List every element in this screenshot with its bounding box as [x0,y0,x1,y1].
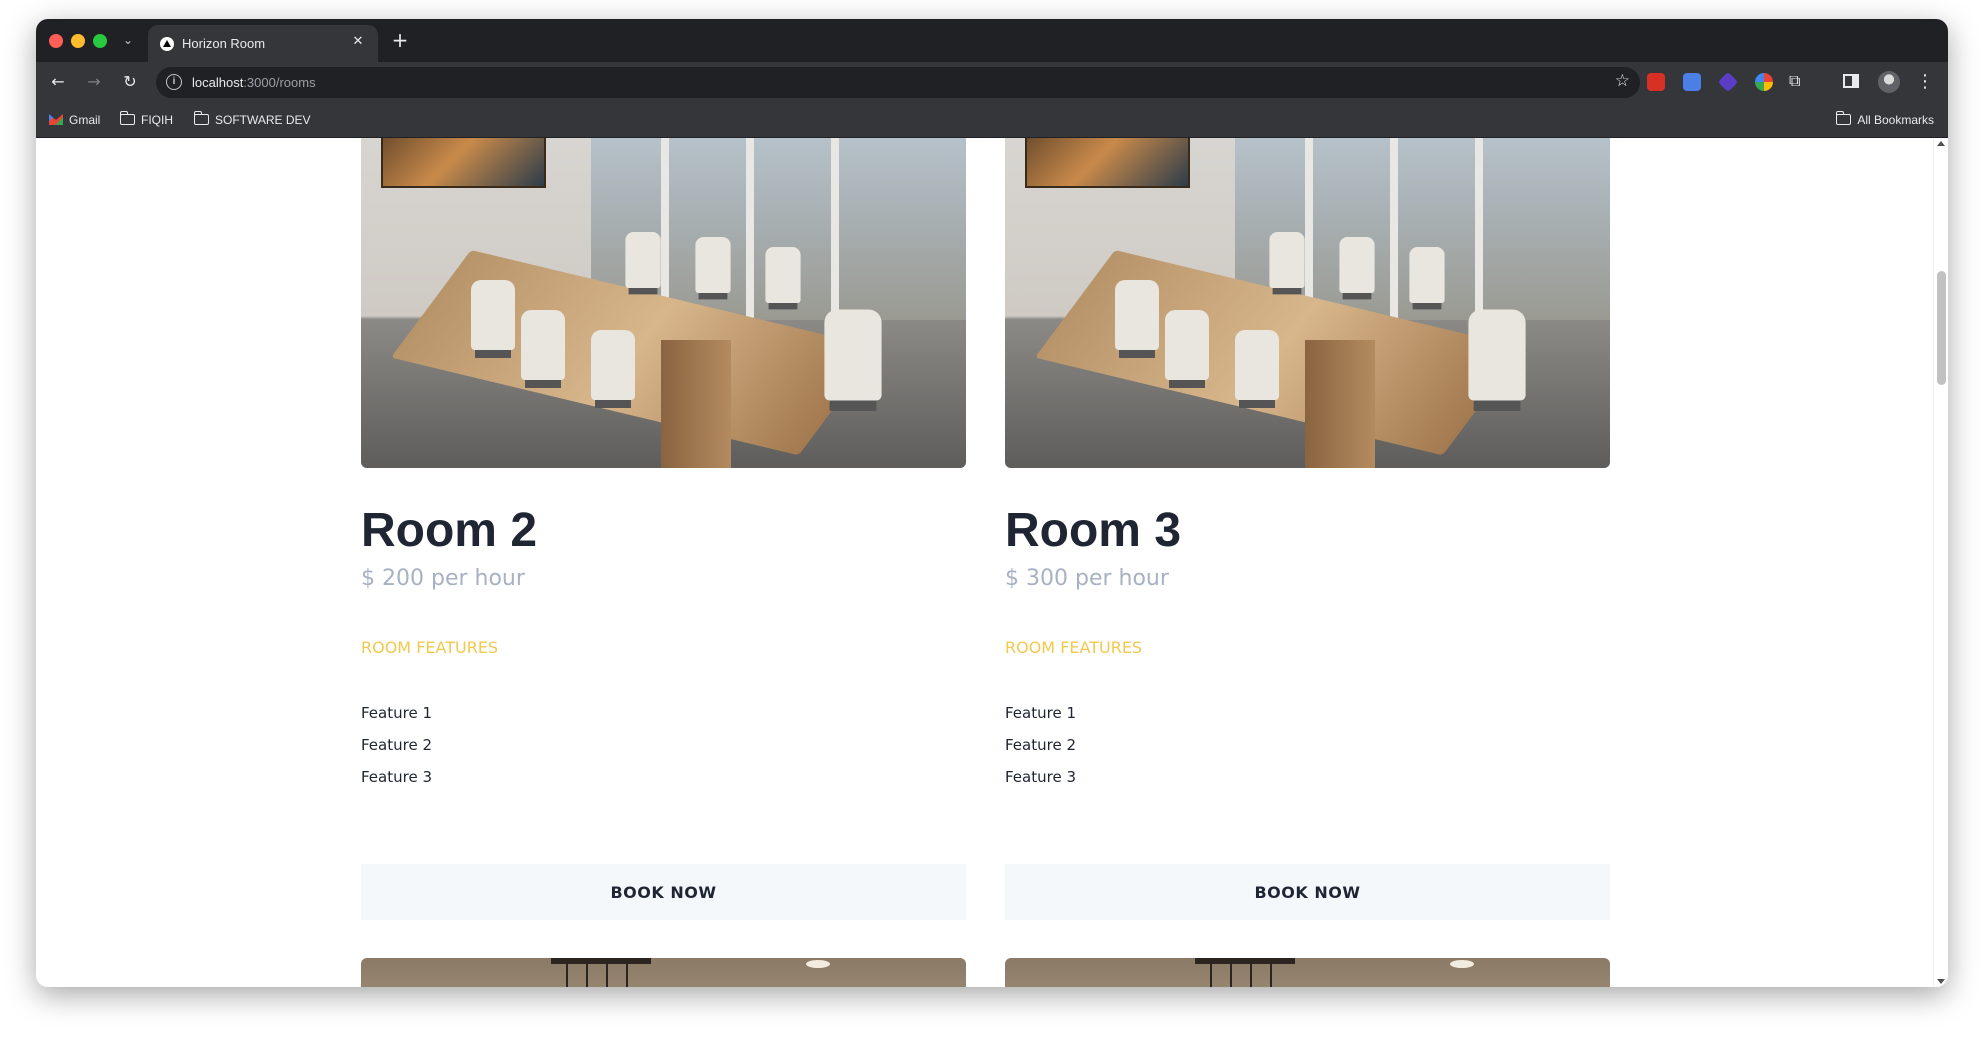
scroll-down-arrow-icon[interactable] [1937,979,1945,984]
features-heading: ROOM FEATURES [1005,638,1143,657]
tab-title: Horizon Room [182,36,266,51]
url-host: localhost [192,75,244,90]
tab-search-chevron-icon[interactable]: ⌄ [118,30,138,50]
close-window-button[interactable] [49,34,63,48]
extension-translate-icon[interactable] [1683,73,1701,91]
folder-icon [1835,111,1852,125]
triangle-favicon-icon [160,37,174,51]
book-now-button[interactable]: BOOK NOW [361,864,966,920]
feature-item: Feature 3 [361,768,432,786]
minimize-window-button[interactable] [71,34,85,48]
back-arrow-icon[interactable]: ← [46,70,70,94]
forward-arrow-icon[interactable]: → [82,70,106,94]
maximize-window-button[interactable] [93,34,107,48]
scrollbar-thumb[interactable] [1937,271,1946,385]
feature-item: Feature 1 [361,704,432,722]
folder-icon [119,111,135,125]
bookmark-folder-software-dev[interactable]: SOFTWARE DEV [193,111,311,127]
bookmark-label: FIQIH [141,113,173,127]
room-title: Room 3 [1005,504,1182,557]
feature-item: Feature 2 [361,736,432,754]
book-now-button[interactable]: BOOK NOW [1005,864,1610,920]
bookmark-gmail[interactable]: Gmail [49,113,100,127]
scroll-up-arrow-icon[interactable] [1937,141,1945,146]
feature-item: Feature 3 [1005,768,1076,786]
room-photo [1005,138,1610,468]
bookmark-label: Gmail [69,113,101,127]
extension-color-wheel-icon[interactable] [1755,73,1773,91]
bookmark-label: SOFTWARE DEV [215,113,311,127]
bookmark-star-icon[interactable]: ☆ [1615,71,1630,91]
bookmarks-bar: Gmail FIQIH SOFTWARE DEV All Bookmarks [36,103,1948,138]
tab-close-icon[interactable]: ✕ [350,34,366,50]
room-title: Room 2 [361,504,538,557]
url-path: :3000/rooms [243,75,316,90]
extension-red-icon[interactable] [1647,73,1665,91]
site-info-icon[interactable]: i [166,74,182,90]
tab-horizon-room[interactable]: Horizon Room ✕ [148,25,378,62]
bookmark-folder-fiqih[interactable]: FIQIH [119,111,173,127]
browser-menu-icon[interactable]: ⋮ [1916,70,1934,94]
vertical-scrollbar[interactable] [1933,138,1948,987]
feature-item: Feature 1 [1005,704,1076,722]
next-room-photo [1005,958,1610,987]
side-panel-icon[interactable] [1843,74,1859,88]
reload-icon[interactable]: ↻ [118,70,142,94]
page-viewport: Room 2 $ 200 per hour ROOM FEATURES Feat… [36,138,1948,987]
folder-icon [193,111,209,125]
tab-strip: ⌄ Horizon Room ✕ + [36,19,1948,62]
all-bookmarks-button[interactable]: All Bookmarks [1835,111,1934,127]
new-tab-button[interactable]: + [388,29,412,53]
extensions-puzzle-icon[interactable]: ⧉ [1789,71,1800,91]
features-heading: ROOM FEATURES [361,638,499,657]
feature-item: Feature 2 [1005,736,1076,754]
profile-avatar[interactable] [1878,71,1900,93]
room-price: $ 300 per hour [1005,566,1169,591]
browser-window: ⌄ Horizon Room ✕ + ← → ↻ i localhost:300… [36,19,1948,987]
all-bookmarks-label: All Bookmarks [1857,113,1934,127]
browser-toolbar: ← → ↻ i localhost:3000/rooms ☆ ⧉ ⋮ [36,62,1948,103]
room-price: $ 200 per hour [361,566,525,591]
address-bar[interactable]: i localhost:3000/rooms ☆ [156,67,1640,98]
feature-list: Feature 1 Feature 2 Feature 3 [1005,697,1076,793]
url-text[interactable]: localhost:3000/rooms [192,75,316,90]
extension-purple-icon[interactable] [1717,71,1739,93]
feature-list: Feature 1 Feature 2 Feature 3 [361,697,432,793]
gmail-icon [49,114,63,125]
next-room-photo [361,958,966,987]
room-photo [361,138,966,468]
